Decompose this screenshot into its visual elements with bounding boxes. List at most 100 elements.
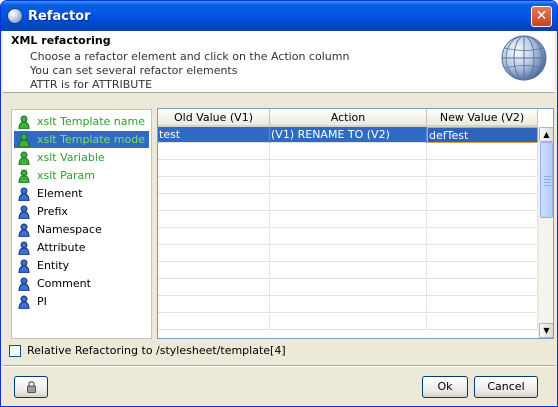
- list-item-attribute[interactable]: Attribute: [14, 239, 149, 256]
- empty-cell[interactable]: [270, 195, 427, 211]
- empty-cell[interactable]: [427, 144, 538, 160]
- action-cell[interactable]: (V1) RENAME TO (V2): [270, 127, 427, 143]
- scroll-thumb[interactable]: [540, 142, 553, 218]
- grip-line: [544, 182, 551, 183]
- empty-cell[interactable]: [427, 314, 538, 330]
- empty-cell[interactable]: [427, 229, 538, 245]
- header-panel: XML refactoring Choose a refactor elemen…: [3, 31, 555, 93]
- list-item-xslt-param[interactable]: xslt Param: [14, 167, 149, 184]
- lock-icon: [27, 381, 36, 393]
- empty-cell[interactable]: [427, 246, 538, 262]
- empty-cell[interactable]: [158, 178, 270, 194]
- empty-cell[interactable]: [270, 144, 427, 160]
- refactor-element-list[interactable]: xslt Template name xslt Template mode xs…: [11, 109, 152, 339]
- empty-cell[interactable]: [270, 161, 427, 177]
- empty-cell[interactable]: [158, 246, 270, 262]
- empty-cell[interactable]: [427, 195, 538, 211]
- list-item-label: Comment: [37, 277, 91, 290]
- new-value-cell[interactable]: defTest: [427, 127, 538, 143]
- list-item-namespace[interactable]: Namespace: [14, 221, 149, 238]
- header-line-2: You can set several refactor elements: [30, 64, 238, 77]
- empty-cell[interactable]: [427, 212, 538, 228]
- list-item-label: xslt Param: [37, 169, 95, 182]
- empty-cell[interactable]: [158, 280, 270, 296]
- person-blue-icon: [18, 295, 30, 309]
- empty-cell[interactable]: [158, 195, 270, 211]
- empty-cell[interactable]: [158, 314, 270, 330]
- list-item-xslt-template-mode[interactable]: xslt Template mode: [14, 131, 149, 148]
- grip-line: [544, 179, 551, 180]
- relative-refactoring-label: Relative Refactoring to /stylesheet/temp…: [27, 344, 286, 357]
- ok-button[interactable]: Ok: [422, 376, 468, 398]
- empty-cell[interactable]: [158, 297, 270, 313]
- column-header-old-value[interactable]: Old Value (V1): [158, 109, 270, 127]
- empty-cell[interactable]: [270, 314, 427, 330]
- list-item-entity[interactable]: Entity: [14, 257, 149, 274]
- table-row[interactable]: [158, 314, 538, 330]
- cancel-button[interactable]: Cancel: [474, 376, 538, 398]
- table-row[interactable]: [158, 178, 538, 194]
- table-row[interactable]: [158, 161, 538, 177]
- empty-cell[interactable]: [270, 212, 427, 228]
- empty-cell[interactable]: [270, 229, 427, 245]
- empty-cell[interactable]: [158, 144, 270, 160]
- empty-cell[interactable]: [158, 212, 270, 228]
- table-row[interactable]: [158, 212, 538, 228]
- list-item-prefix[interactable]: Prefix: [14, 203, 149, 220]
- empty-cell[interactable]: [270, 280, 427, 296]
- relative-refactoring-option[interactable]: Relative Refactoring to /stylesheet/temp…: [9, 344, 286, 357]
- person-blue-icon: [18, 241, 30, 255]
- table-row[interactable]: [158, 144, 538, 160]
- list-item-label: Prefix: [37, 205, 68, 218]
- empty-cell[interactable]: [427, 297, 538, 313]
- empty-cell[interactable]: [158, 229, 270, 245]
- globe-icon: [501, 35, 547, 81]
- window-title: Refactor: [28, 9, 91, 24]
- table-row[interactable]: [158, 297, 538, 313]
- scroll-up-button[interactable]: ▲: [539, 127, 553, 142]
- old-value-cell[interactable]: test: [158, 127, 270, 143]
- person-green-icon: [18, 133, 30, 147]
- empty-cell[interactable]: [270, 178, 427, 194]
- vertical-scrollbar[interactable]: ▲ ▼: [538, 127, 553, 338]
- empty-cell[interactable]: [427, 161, 538, 177]
- table-row[interactable]: test (V1) RENAME TO (V2) defTest: [158, 127, 538, 143]
- list-item-element[interactable]: Element: [14, 185, 149, 202]
- table-row[interactable]: [158, 195, 538, 211]
- relative-refactoring-checkbox[interactable]: [9, 344, 21, 357]
- person-green-icon: [18, 151, 30, 165]
- scroll-down-button[interactable]: ▼: [539, 323, 553, 338]
- table-row[interactable]: [158, 263, 538, 279]
- close-button[interactable]: ✕: [531, 6, 552, 27]
- empty-cell[interactable]: [427, 280, 538, 296]
- empty-cell[interactable]: [270, 246, 427, 262]
- table-row[interactable]: [158, 280, 538, 296]
- table-header: Old Value (V1) Action New Value (V2): [158, 109, 538, 127]
- list-item-label: Attribute: [37, 241, 86, 254]
- person-blue-icon: [18, 187, 30, 201]
- person-blue-icon: [18, 223, 30, 237]
- list-item-comment[interactable]: Comment: [14, 275, 149, 292]
- empty-cell[interactable]: [270, 297, 427, 313]
- list-item-pi[interactable]: PI: [14, 293, 149, 310]
- empty-cell[interactable]: [427, 178, 538, 194]
- table-row[interactable]: [158, 229, 538, 245]
- person-green-icon: [18, 169, 30, 183]
- refactor-table[interactable]: Old Value (V1) Action New Value (V2) tes…: [157, 108, 554, 339]
- empty-cell[interactable]: [158, 263, 270, 279]
- title-bar[interactable]: Refactor ✕: [1, 1, 557, 31]
- column-header-action[interactable]: Action: [270, 109, 427, 127]
- empty-cell[interactable]: [270, 263, 427, 279]
- list-item-xslt-variable[interactable]: xslt Variable: [14, 149, 149, 166]
- empty-cell[interactable]: [158, 161, 270, 177]
- list-item-xslt-template-name[interactable]: xslt Template name: [14, 113, 149, 130]
- grip-line: [544, 176, 551, 177]
- grip-line: [544, 185, 551, 186]
- table-row[interactable]: [158, 246, 538, 262]
- person-blue-icon: [18, 205, 30, 219]
- header-line-1: Choose a refactor element and click on t…: [30, 50, 350, 63]
- empty-cell[interactable]: [427, 263, 538, 279]
- list-item-label: Entity: [37, 259, 70, 272]
- column-header-new-value[interactable]: New Value (V2): [427, 109, 538, 127]
- lock-button[interactable]: [14, 376, 48, 398]
